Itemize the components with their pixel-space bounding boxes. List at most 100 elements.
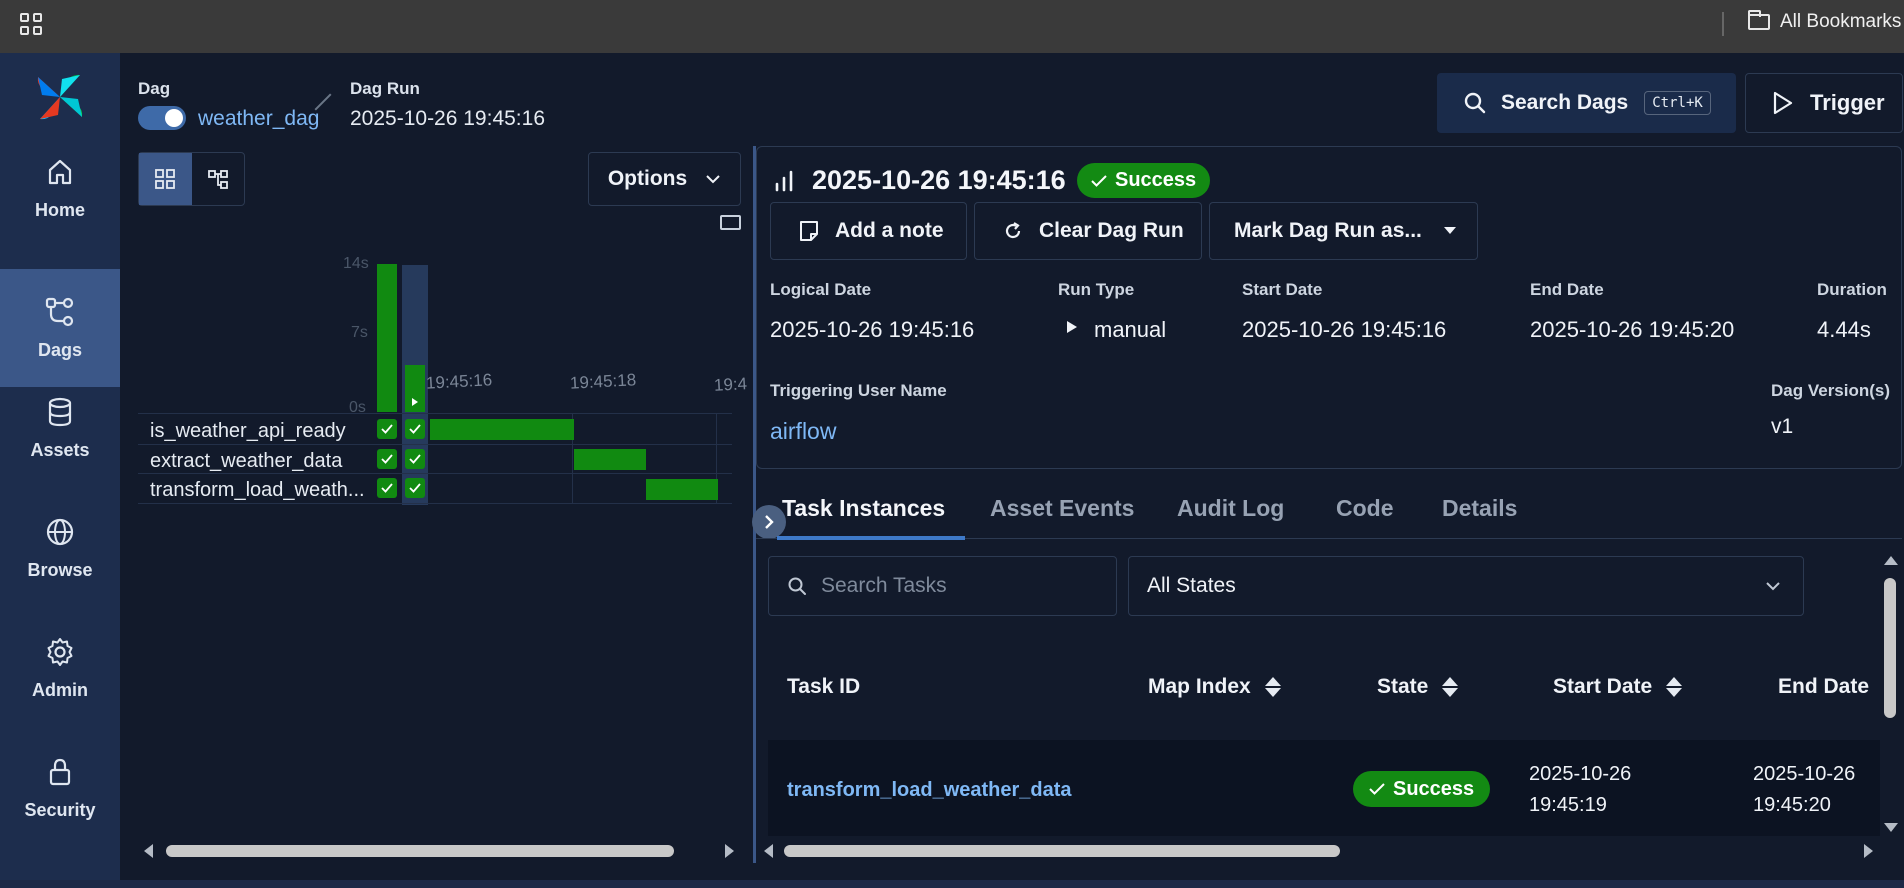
search-tasks-field[interactable] xyxy=(768,556,1117,616)
duration-label: Duration xyxy=(1817,280,1887,299)
triggering-user-label: Triggering User Name xyxy=(770,381,947,400)
gantt-task-bar[interactable] xyxy=(646,479,718,500)
duration-axis-label: 14s xyxy=(343,255,369,272)
caret-down-icon xyxy=(1443,227,1456,234)
nav-item-label: Browse xyxy=(27,559,93,580)
breadcrumb-run-label: Dag Run xyxy=(350,79,420,98)
trigger-label: Trigger xyxy=(1810,90,1885,115)
dag-version-value: v1 xyxy=(1771,415,1794,438)
mark-dag-run-button[interactable]: Mark Dag Run as... xyxy=(1209,202,1478,260)
scroll-left-arrow[interactable] xyxy=(764,844,773,858)
duration-axis-label: 7s xyxy=(351,324,368,341)
nav-item-home[interactable]: Home xyxy=(0,129,120,247)
state-filter-select[interactable]: All States xyxy=(1128,556,1804,616)
column-header-state[interactable]: State xyxy=(1377,675,1459,699)
task-name-label[interactable]: extract_weather_data xyxy=(150,450,342,473)
scroll-thumb[interactable] xyxy=(166,845,674,857)
nav-item-admin[interactable]: Admin xyxy=(0,609,120,727)
column-header-map-index[interactable]: Map Index xyxy=(1148,675,1281,699)
search-dags-button[interactable]: Search Dags Ctrl+K xyxy=(1437,73,1736,133)
selected-run-marker-icon xyxy=(412,398,418,406)
sidebar-nav: Home Dags Assets Browse Admin Security xyxy=(0,53,120,880)
column-header-task-id[interactable]: Task ID xyxy=(787,675,860,699)
triggering-user-link[interactable]: airflow xyxy=(770,418,836,445)
gantt-task-bar[interactable] xyxy=(430,419,574,440)
airflow-logo xyxy=(37,74,83,120)
grid-row-divider xyxy=(138,503,732,504)
bookmarks-label: All Bookmarks xyxy=(1780,11,1902,32)
mark-dag-run-label: Mark Dag Run as... xyxy=(1234,219,1422,242)
task-state-success[interactable] xyxy=(405,478,425,498)
trigger-button[interactable]: Trigger xyxy=(1745,73,1903,133)
scroll-down-arrow[interactable] xyxy=(1884,823,1898,832)
run-status-badge: Success xyxy=(1077,163,1211,198)
run-status-text: Success xyxy=(1115,169,1197,191)
run-duration-bar[interactable] xyxy=(377,264,397,412)
tab-task-instances[interactable]: Task Instances xyxy=(782,495,945,522)
clear-dag-run-button[interactable]: Clear Dag Run xyxy=(974,202,1202,260)
chevron-right-icon xyxy=(765,515,774,529)
gantt-task-bar[interactable] xyxy=(574,449,646,470)
task-state-success[interactable] xyxy=(405,449,425,469)
task-state-success[interactable] xyxy=(377,449,397,469)
time-tick-label: 19:45:18 xyxy=(569,370,637,393)
breadcrumb-dag-label: Dag xyxy=(138,79,171,98)
task-state-success[interactable] xyxy=(377,478,397,498)
grid-row-divider xyxy=(138,473,732,474)
scroll-thumb[interactable] xyxy=(784,845,1340,857)
dag-run-title: 2025-10-26 19:45:16 xyxy=(812,165,1066,195)
column-header-label: Start Date xyxy=(1553,675,1653,698)
task-id-link[interactable]: transform_load_weather_data xyxy=(787,779,1072,802)
check-icon xyxy=(409,424,421,434)
keyboard-shortcuts-icon[interactable] xyxy=(720,215,741,230)
grid-view-button[interactable] xyxy=(139,153,192,205)
tab-details[interactable]: Details xyxy=(1442,495,1517,522)
active-tab-indicator xyxy=(777,536,965,540)
add-note-button[interactable]: Add a note xyxy=(770,202,967,260)
nav-item-label: Dags xyxy=(37,339,82,360)
duration-axis-label: 0s xyxy=(349,399,366,416)
check-icon xyxy=(381,483,393,493)
details-horizontal-scrollbar[interactable] xyxy=(760,840,1880,862)
scroll-thumb[interactable] xyxy=(1884,578,1896,718)
note-icon xyxy=(800,221,818,241)
taskbar-strip xyxy=(0,880,1904,888)
scroll-left-arrow[interactable] xyxy=(144,844,153,858)
task-state-success[interactable] xyxy=(405,419,425,439)
task-state-success[interactable] xyxy=(377,419,397,439)
column-header-end-date[interactable]: End Date xyxy=(1778,675,1869,699)
collapse-panel-button[interactable] xyxy=(752,505,786,539)
scroll-right-arrow[interactable] xyxy=(1864,844,1873,858)
logical-date-label: Logical Date xyxy=(770,280,872,299)
manual-run-icon xyxy=(1067,321,1077,333)
nav-item-security[interactable]: Security xyxy=(0,729,120,847)
state-filter-value: All States xyxy=(1147,574,1236,597)
apps-grid-icon[interactable] xyxy=(20,13,42,35)
nav-item-assets[interactable]: Assets xyxy=(0,369,120,487)
grid-icon xyxy=(155,169,176,189)
graph-view-button[interactable] xyxy=(192,153,245,205)
search-tasks-input[interactable] xyxy=(821,574,1101,598)
column-header-start-date[interactable]: Start Date xyxy=(1553,675,1683,699)
breadcrumb-run-value: 2025-10-26 19:45:16 xyxy=(350,107,545,130)
task-name-label[interactable]: transform_load_weath... xyxy=(150,479,365,502)
tab-audit-log[interactable]: Audit Log xyxy=(1177,495,1284,522)
play-icon xyxy=(1773,91,1793,115)
search-dags-label: Search Dags xyxy=(1501,91,1629,114)
graph-icon xyxy=(207,170,228,189)
options-button[interactable]: Options xyxy=(588,152,741,206)
scroll-right-arrow[interactable] xyxy=(725,844,734,858)
scroll-up-arrow[interactable] xyxy=(1884,556,1898,565)
nav-item-browse[interactable]: Browse xyxy=(0,489,120,607)
tab-asset-events[interactable]: Asset Events xyxy=(990,495,1134,522)
search-icon xyxy=(788,577,806,595)
task-name-label[interactable]: is_weather_api_ready xyxy=(150,420,346,443)
run-type-label: Run Type xyxy=(1058,280,1135,299)
breadcrumb-dag-link[interactable]: weather_dag xyxy=(198,107,319,131)
options-label: Options xyxy=(607,167,688,190)
tab-code[interactable]: Code xyxy=(1336,495,1394,522)
all-bookmarks-button[interactable]: All Bookmarks xyxy=(1748,10,1901,34)
dag-pause-toggle[interactable] xyxy=(138,106,186,130)
grid-horizontal-scrollbar[interactable] xyxy=(138,840,740,862)
search-shortcut: Ctrl+K xyxy=(1644,91,1711,115)
